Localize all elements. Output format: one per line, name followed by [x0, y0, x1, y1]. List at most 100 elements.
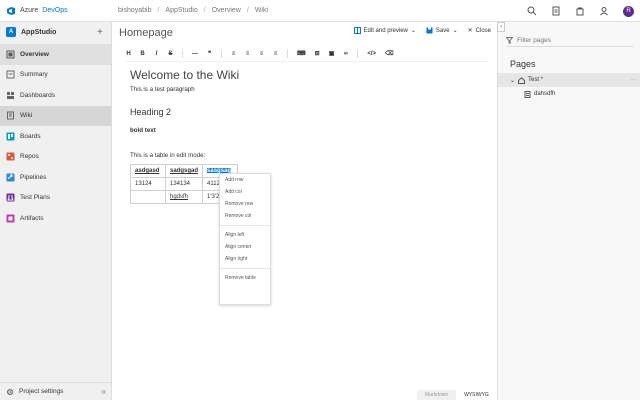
tree-item-dahsdfh[interactable]: dahsdfh [498, 87, 640, 101]
filter-pages-input[interactable]: Filter pages [506, 34, 634, 47]
italic-button[interactable]: I [154, 51, 159, 57]
paragraph: This is a test paragraph [130, 86, 195, 93]
nav-item-summary[interactable]: Summary [0, 65, 111, 86]
wiki-icon [7, 111, 14, 120]
collapse-sidebar-icon[interactable]: « [102, 387, 106, 396]
nav-label: Test Plans [20, 194, 50, 202]
toolbar-divider [357, 49, 359, 58]
top-actions: R [527, 0, 634, 22]
chevron-down-icon[interactable]: ⌄ [510, 77, 515, 84]
project-badge: A [6, 27, 16, 37]
horizontal-rule-button[interactable]: — [192, 51, 198, 57]
quote-button[interactable]: ❝ [207, 50, 212, 57]
split-view-icon [353, 27, 361, 34]
breadcrumb-separator: / [157, 7, 160, 14]
bold-button[interactable]: B [140, 51, 145, 57]
gear-icon [7, 388, 13, 395]
nav-item-overview[interactable]: Overview [0, 44, 111, 65]
table-cell[interactable]: 134134 [164, 177, 204, 191]
link-button[interactable]: ∞ [343, 51, 348, 57]
summary-icon [6, 70, 15, 79]
user-settings-icon[interactable] [599, 6, 609, 16]
breadcrumb-wiki[interactable]: Wiki [255, 7, 268, 14]
repos-icon [6, 152, 15, 161]
boards-icon [6, 132, 15, 141]
clear-format-button[interactable]: ⌫ [385, 50, 393, 57]
table-cell[interactable] [130, 190, 166, 204]
toolbar-divider [221, 49, 222, 58]
code-block-button[interactable]: ⌨ [297, 50, 306, 57]
wysiwyg-content[interactable]: Welcome to the Wiki This is a test parag… [130, 68, 490, 204]
bullet-list-button[interactable]: ≡ [231, 51, 236, 57]
breadcrumb-project[interactable]: AppStudio [165, 7, 197, 14]
heading-button[interactable]: H [126, 51, 131, 57]
table-cell[interactable]: sadgsgad [164, 164, 204, 178]
menu-item-remove-row[interactable]: Remove row [220, 198, 270, 210]
pages-heading: Pages [510, 59, 536, 69]
filter-icon [506, 36, 513, 44]
artifacts-icon [6, 214, 15, 223]
task-list-icon[interactable] [551, 6, 561, 16]
add-icon[interactable]: + [97, 27, 103, 38]
breadcrumb-org[interactable]: bishoyabib [118, 7, 151, 14]
markdown-mode-tab[interactable]: Markdown [417, 390, 457, 400]
editor-actions: Edit and preview ⌄ Save ⌄ ✕ Close [353, 27, 491, 35]
project-header[interactable]: A AppStudio + [0, 22, 111, 42]
table-cell[interactable]: hgdsfh [164, 190, 204, 204]
tree-item-test[interactable]: ⌄ Test * ··· [498, 73, 640, 87]
save-button[interactable]: Save ⌄ [426, 27, 458, 34]
page-title-input[interactable]: Homepage [119, 27, 173, 39]
save-label: Save [435, 27, 450, 34]
image-button[interactable]: ▣ [329, 50, 335, 57]
decrease-indent-button[interactable]: ≡ [259, 51, 264, 57]
table-cell[interactable]: asdgasd [130, 164, 166, 178]
edit-preview-label: Edit and preview [363, 27, 408, 34]
toolbar-divider [182, 49, 183, 58]
close-icon: ✕ [467, 28, 473, 34]
menu-item-add-row[interactable]: Add row [220, 174, 270, 186]
pages-pane: › Filter pages Pages ⌄ Test * ··· dahsdf… [497, 22, 640, 400]
table-button[interactable]: ⊞ [315, 50, 320, 57]
nav-item-boards[interactable]: Boards [0, 126, 111, 147]
search-icon[interactable] [527, 6, 537, 16]
heading-1: Welcome to the Wiki [130, 68, 240, 82]
wysiwyg-mode-tab[interactable]: WYSIWYG [456, 390, 497, 400]
marketplace-icon[interactable] [575, 6, 585, 16]
menu-item-remove-table[interactable]: Remove table [220, 272, 270, 284]
menu-item-add-col[interactable]: Add col [220, 186, 270, 198]
inline-code-button[interactable]: </> [367, 51, 376, 57]
menu-item-remove-col[interactable]: Remove col [220, 210, 270, 222]
avatar[interactable]: R [623, 5, 634, 17]
nav-item-test-plans[interactable]: Test Plans [0, 188, 111, 209]
nav-item-artifacts[interactable]: Artifacts [0, 208, 111, 229]
more-options-icon[interactable]: ··· [630, 77, 636, 83]
increase-indent-button[interactable]: ≡ [273, 51, 278, 57]
pipelines-icon [6, 173, 15, 182]
editor-mode-switch: Markdown WYSIWYG [417, 390, 497, 400]
edit-preview-button[interactable]: Edit and preview ⌄ [353, 27, 416, 34]
home-icon [518, 76, 526, 84]
project-settings-link[interactable]: Project settings « [0, 382, 112, 400]
menu-item-align-center[interactable]: Align center [220, 241, 270, 253]
azure-devops-icon [7, 6, 15, 15]
dashboards-icon [7, 91, 14, 99]
nav-item-repos[interactable]: Repos [0, 147, 111, 168]
strikethrough-button[interactable]: S [168, 51, 173, 57]
numbered-list-button[interactable]: ≡ [245, 51, 250, 57]
collapse-pane-icon[interactable]: › [497, 22, 505, 32]
close-button[interactable]: ✕ Close [467, 27, 491, 35]
nav-label: Summary [20, 71, 48, 79]
close-label: Close [475, 27, 491, 34]
menu-item-align-right[interactable]: Align right [220, 253, 270, 265]
filter-placeholder: Filter pages [517, 36, 551, 44]
table-cell[interactable]: 13124 [130, 177, 166, 191]
nav-item-dashboards[interactable]: Dashboards [0, 85, 111, 106]
menu-item-align-left[interactable]: Align left [220, 229, 270, 241]
chevron-down-icon: ⌄ [410, 28, 416, 34]
azure-devops-logo[interactable]: Azure DevOps [0, 6, 112, 16]
nav-item-wiki[interactable]: Wiki [0, 105, 111, 126]
page-icon [524, 90, 531, 98]
nav-item-pipelines[interactable]: Pipelines [0, 167, 111, 188]
breadcrumb-overview[interactable]: Overview [212, 7, 241, 14]
table-context-menu: Add row Add col Remove row Remove col Al… [219, 173, 271, 305]
